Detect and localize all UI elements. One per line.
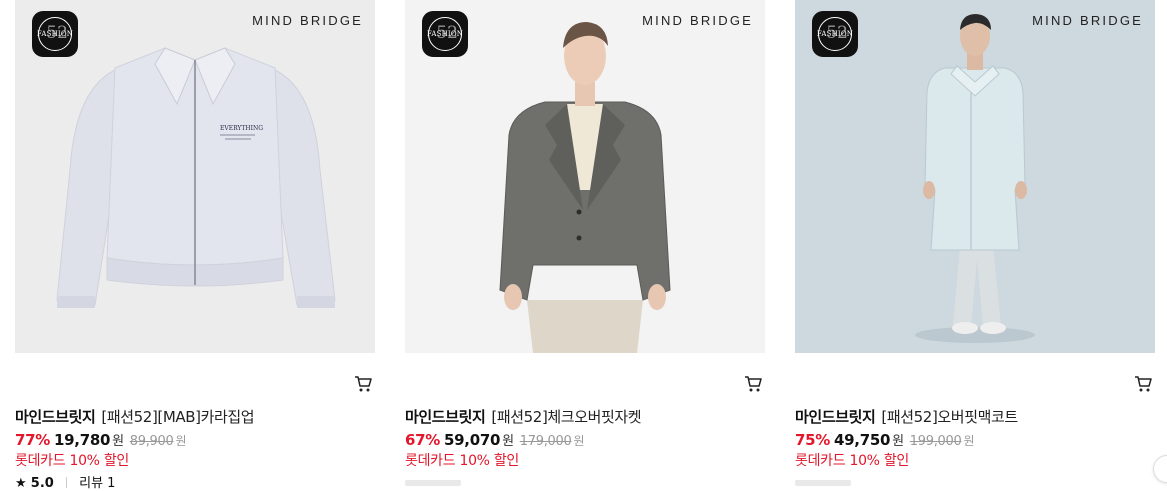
tag-chip: [405, 480, 461, 486]
fashion52-badge: FASHION 52: [812, 11, 858, 57]
product-card[interactable]: EVERYTHING FASHION 52 MIND BRIDGE 마인드브릿지…: [15, 0, 375, 491]
product-card[interactable]: FASHION 52 MIND BRIDGE 마인드브릿지 [패션52]오버핏맥코…: [795, 0, 1155, 486]
sale-price: 49,750: [834, 431, 891, 449]
add-to-cart-button[interactable]: [743, 374, 763, 394]
cart-icon: [1135, 376, 1152, 392]
product-name: [패션52]오버핏맥코트: [881, 408, 1018, 426]
original-price: 199,000: [909, 434, 962, 449]
card-discount-promo: 롯데카드 10% 할인: [405, 453, 519, 469]
discount-rate: 75%: [795, 431, 831, 449]
fashion52-badge: FASHION 52: [32, 11, 78, 57]
product-title[interactable]: 마인드브릿지 [패션52]오버핏맥코트: [795, 406, 1018, 427]
product-card[interactable]: FASHION 52 MIND BRIDGE 마인드브릿지 [패션52]체크오버핏…: [405, 0, 765, 486]
svg-text:EVERYTHING: EVERYTHING: [220, 125, 263, 132]
card-discount-promo: 롯데카드 10% 할인: [795, 453, 909, 469]
brand-watermark: MIND BRIDGE: [642, 13, 753, 28]
product-title[interactable]: 마인드브릿지 [패션52][MAB]카라집업: [15, 406, 255, 427]
discount-rate: 67%: [405, 431, 441, 449]
price-row: 67% 59,070 원 179,000 원: [405, 431, 585, 449]
rating-row[interactable]: ★ 5.0 리뷰 1: [15, 472, 115, 491]
brand-name: 마인드브릿지: [795, 408, 876, 426]
brand-name: 마인드브릿지: [405, 408, 486, 426]
sale-price: 19,780: [54, 431, 111, 449]
price-row: 77% 19,780 원 89,900 원: [15, 431, 187, 449]
price-row: 75% 49,750 원 199,000 원: [795, 431, 975, 449]
brand-watermark: MIND BRIDGE: [1032, 13, 1143, 28]
discount-rate: 77%: [15, 431, 51, 449]
brand-name: 마인드브릿지: [15, 408, 96, 426]
product-image[interactable]: EVERYTHING FASHION 52 MIND BRIDGE: [15, 0, 375, 353]
product-title[interactable]: 마인드브릿지 [패션52]체크오버핏자켓: [405, 406, 642, 427]
scroll-top-button[interactable]: [1153, 455, 1167, 483]
cart-icon: [355, 376, 372, 392]
add-to-cart-button[interactable]: [1133, 374, 1153, 394]
product-image[interactable]: FASHION 52 MIND BRIDGE: [405, 0, 765, 353]
product-name: [패션52][MAB]카라집업: [101, 408, 255, 426]
fashion52-badge: FASHION 52: [422, 11, 468, 57]
sale-price: 59,070: [444, 431, 501, 449]
tag-chip: [795, 480, 851, 486]
original-price: 179,000: [519, 434, 572, 449]
product-name: [패션52]체크오버핏자켓: [491, 408, 642, 426]
original-price: 89,900: [129, 434, 174, 449]
brand-watermark: MIND BRIDGE: [252, 13, 363, 28]
card-discount-promo: 롯데카드 10% 할인: [15, 453, 129, 469]
product-image[interactable]: FASHION 52 MIND BRIDGE: [795, 0, 1155, 353]
cart-icon: [745, 376, 762, 392]
add-to-cart-button[interactable]: [353, 374, 373, 394]
